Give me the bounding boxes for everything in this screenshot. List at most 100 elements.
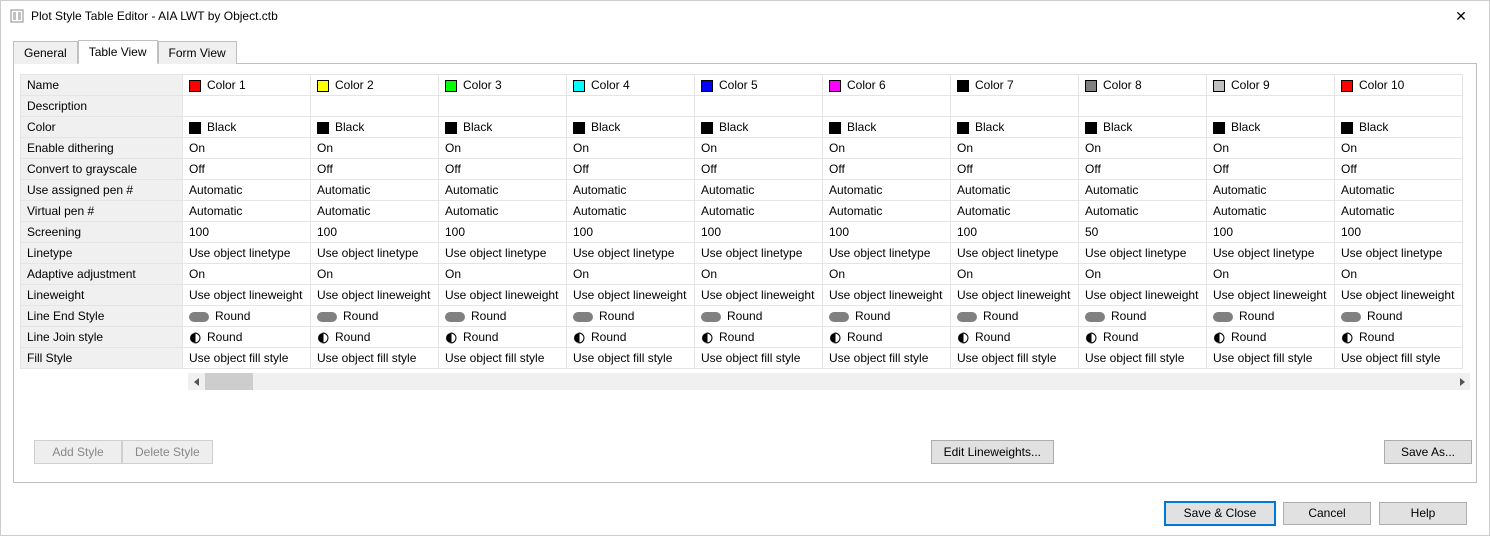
cell-description[interactable]	[1079, 96, 1207, 117]
cell-screening[interactable]: 100	[695, 222, 823, 243]
cell-fill-style[interactable]: Use object fill style	[311, 348, 439, 369]
cell-adaptive[interactable]: On	[1079, 264, 1207, 285]
cell-fill-style[interactable]: Use object fill style	[183, 348, 311, 369]
cell-screening[interactable]: 100	[823, 222, 951, 243]
cell-fill-style[interactable]: Use object fill style	[1335, 348, 1463, 369]
cell-lineweight[interactable]: Use object lineweight	[1207, 285, 1335, 306]
cell-end-style[interactable]: Round	[695, 306, 823, 327]
cell-name[interactable]: Color 9	[1207, 75, 1335, 96]
cell-name[interactable]: Color 3	[439, 75, 567, 96]
help-button[interactable]: Help	[1379, 502, 1467, 525]
cell-adaptive[interactable]: On	[695, 264, 823, 285]
cell-virtual-pen[interactable]: Automatic	[951, 201, 1079, 222]
cell-virtual-pen[interactable]: Automatic	[695, 201, 823, 222]
cell-grayscale[interactable]: Off	[439, 159, 567, 180]
cell-grayscale[interactable]: Off	[567, 159, 695, 180]
cell-linetype[interactable]: Use object linetype	[695, 243, 823, 264]
cell-end-style[interactable]: Round	[439, 306, 567, 327]
cell-adaptive[interactable]: On	[1335, 264, 1463, 285]
cell-color[interactable]: Black	[823, 117, 951, 138]
cell-linetype[interactable]: Use object linetype	[1335, 243, 1463, 264]
cell-description[interactable]	[1207, 96, 1335, 117]
cell-end-style[interactable]: Round	[567, 306, 695, 327]
tab-form-view[interactable]: Form View	[158, 41, 237, 64]
scroll-thumb[interactable]	[205, 373, 253, 390]
cell-screening[interactable]: 100	[311, 222, 439, 243]
cell-join-style[interactable]: Round	[823, 327, 951, 348]
cell-join-style[interactable]: Round	[951, 327, 1079, 348]
cell-screening[interactable]: 50	[1079, 222, 1207, 243]
cell-assigned-pen[interactable]: Automatic	[183, 180, 311, 201]
cell-lineweight[interactable]: Use object lineweight	[695, 285, 823, 306]
cell-join-style[interactable]: Round	[183, 327, 311, 348]
cell-join-style[interactable]: Round	[1079, 327, 1207, 348]
cell-dithering[interactable]: On	[1079, 138, 1207, 159]
cell-dithering[interactable]: On	[183, 138, 311, 159]
cell-linetype[interactable]: Use object linetype	[1079, 243, 1207, 264]
plot-style-grid[interactable]: NameColor 1Color 2Color 3Color 4Color 5C…	[20, 74, 1476, 369]
cell-end-style[interactable]: Round	[1079, 306, 1207, 327]
cell-adaptive[interactable]: On	[951, 264, 1079, 285]
cell-grayscale[interactable]: Off	[1079, 159, 1207, 180]
cell-end-style[interactable]: Round	[1207, 306, 1335, 327]
cell-screening[interactable]: 100	[1207, 222, 1335, 243]
cell-lineweight[interactable]: Use object lineweight	[439, 285, 567, 306]
cell-color[interactable]: Black	[951, 117, 1079, 138]
cell-end-style[interactable]: Round	[1335, 306, 1463, 327]
cell-assigned-pen[interactable]: Automatic	[695, 180, 823, 201]
cell-end-style[interactable]: Round	[951, 306, 1079, 327]
cell-name[interactable]: Color 4	[567, 75, 695, 96]
cell-dithering[interactable]: On	[823, 138, 951, 159]
cell-lineweight[interactable]: Use object lineweight	[183, 285, 311, 306]
cell-grayscale[interactable]: Off	[1207, 159, 1335, 180]
cell-description[interactable]	[695, 96, 823, 117]
cell-virtual-pen[interactable]: Automatic	[823, 201, 951, 222]
tab-table-view[interactable]: Table View	[78, 40, 158, 64]
cell-adaptive[interactable]: On	[1207, 264, 1335, 285]
cell-description[interactable]	[439, 96, 567, 117]
cell-color[interactable]: Black	[1079, 117, 1207, 138]
cell-adaptive[interactable]: On	[183, 264, 311, 285]
cell-assigned-pen[interactable]: Automatic	[439, 180, 567, 201]
cell-grayscale[interactable]: Off	[311, 159, 439, 180]
cell-lineweight[interactable]: Use object lineweight	[823, 285, 951, 306]
cell-linetype[interactable]: Use object linetype	[567, 243, 695, 264]
tab-general[interactable]: General	[13, 41, 78, 64]
save-as-button[interactable]: Save As...	[1384, 440, 1472, 464]
cell-description[interactable]	[1335, 96, 1463, 117]
cell-assigned-pen[interactable]: Automatic	[311, 180, 439, 201]
cell-virtual-pen[interactable]: Automatic	[1335, 201, 1463, 222]
cell-grayscale[interactable]: Off	[951, 159, 1079, 180]
cell-screening[interactable]: 100	[1335, 222, 1463, 243]
cell-lineweight[interactable]: Use object lineweight	[311, 285, 439, 306]
cell-linetype[interactable]: Use object linetype	[439, 243, 567, 264]
cell-name[interactable]: Color 8	[1079, 75, 1207, 96]
add-style-button[interactable]: Add Style	[34, 440, 122, 464]
cell-join-style[interactable]: Round	[1335, 327, 1463, 348]
cell-lineweight[interactable]: Use object lineweight	[567, 285, 695, 306]
cell-color[interactable]: Black	[1207, 117, 1335, 138]
cell-end-style[interactable]: Round	[823, 306, 951, 327]
cell-join-style[interactable]: Round	[439, 327, 567, 348]
cell-fill-style[interactable]: Use object fill style	[1207, 348, 1335, 369]
cell-fill-style[interactable]: Use object fill style	[823, 348, 951, 369]
cell-join-style[interactable]: Round	[695, 327, 823, 348]
cell-lineweight[interactable]: Use object lineweight	[1335, 285, 1463, 306]
cell-linetype[interactable]: Use object linetype	[1207, 243, 1335, 264]
cell-color[interactable]: Black	[1335, 117, 1463, 138]
cell-dithering[interactable]: On	[1335, 138, 1463, 159]
cell-grayscale[interactable]: Off	[1335, 159, 1463, 180]
cell-grayscale[interactable]: Off	[695, 159, 823, 180]
cell-description[interactable]	[823, 96, 951, 117]
cell-fill-style[interactable]: Use object fill style	[951, 348, 1079, 369]
cell-linetype[interactable]: Use object linetype	[823, 243, 951, 264]
cell-end-style[interactable]: Round	[311, 306, 439, 327]
cell-dithering[interactable]: On	[439, 138, 567, 159]
cell-grayscale[interactable]: Off	[823, 159, 951, 180]
cell-lineweight[interactable]: Use object lineweight	[1079, 285, 1207, 306]
cell-assigned-pen[interactable]: Automatic	[1079, 180, 1207, 201]
cell-description[interactable]	[951, 96, 1079, 117]
cell-assigned-pen[interactable]: Automatic	[1335, 180, 1463, 201]
scroll-left-icon[interactable]	[188, 373, 205, 390]
cell-color[interactable]: Black	[183, 117, 311, 138]
